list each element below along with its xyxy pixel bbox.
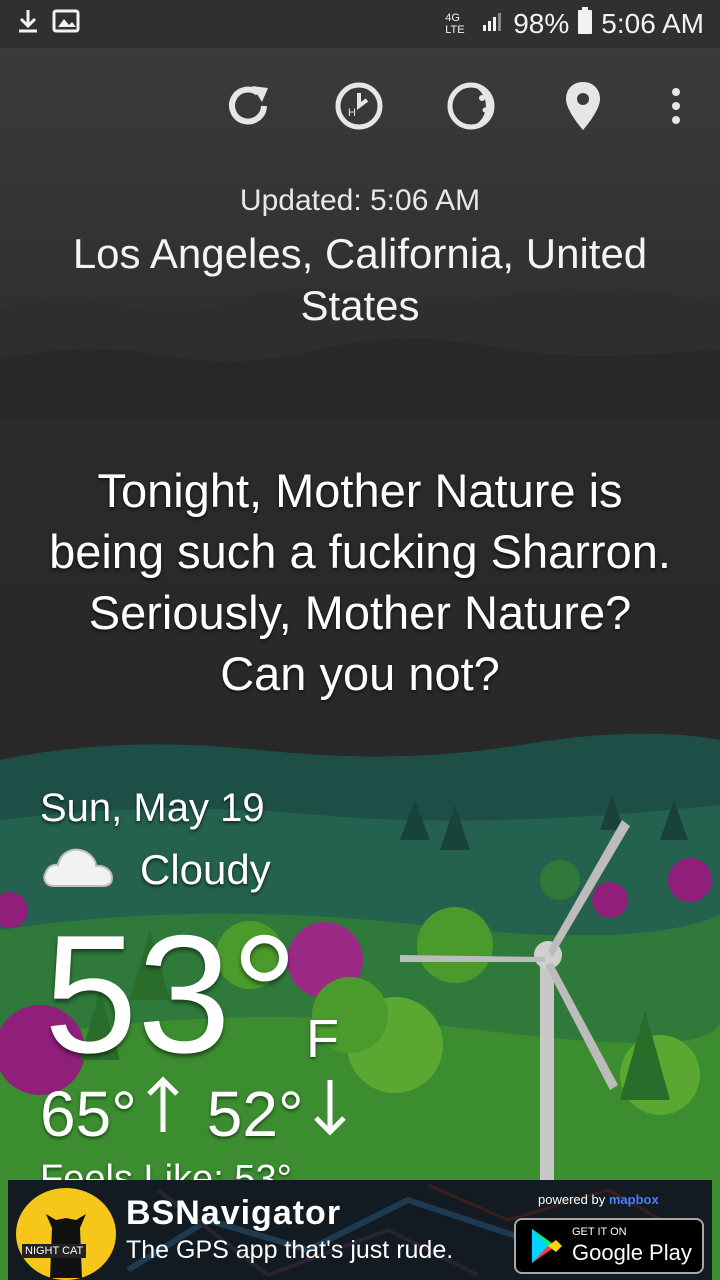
google-play-button[interactable]: GET IT ON Google Play xyxy=(514,1218,704,1274)
ad-logo xyxy=(16,1188,116,1280)
toolbar: H xyxy=(0,70,720,140)
store-big-text: Google Play xyxy=(572,1240,692,1265)
ad-banner[interactable]: NIGHT CAT BSNavigator The GPS app that's… xyxy=(8,1180,712,1280)
location-name: Los Angeles, California, United States xyxy=(72,230,648,329)
store-small-text: GET IT ON xyxy=(572,1226,627,1238)
powered-by-label: powered by xyxy=(538,1192,606,1207)
ad-subtitle: The GPS app that's just rude. xyxy=(126,1236,454,1264)
condition-label: Cloudy xyxy=(140,846,271,893)
updated-time: Updated: 5:06 AM xyxy=(239,184,481,217)
high-temp: 65° xyxy=(40,1077,137,1150)
ad-logo-text: NIGHT CAT xyxy=(22,1244,87,1258)
network-type: 4G LTE xyxy=(445,12,465,36)
cloud-icon xyxy=(40,840,116,900)
refresh-icon[interactable] xyxy=(220,78,276,134)
more-vert-icon[interactable] xyxy=(648,78,704,134)
battery-icon xyxy=(577,6,593,42)
arrow-down-icon xyxy=(312,1076,348,1151)
moon-icon[interactable] xyxy=(443,78,499,134)
battery-percent: 98% xyxy=(513,8,570,39)
forecast-date: Sun, May 19 xyxy=(40,786,265,830)
download-icon xyxy=(16,7,40,42)
low-temp: 52° xyxy=(206,1077,304,1150)
mapbox-logo: mapbox xyxy=(608,1192,659,1207)
arrow-up-icon xyxy=(145,1076,181,1151)
hourly-icon[interactable]: H xyxy=(331,78,387,134)
location-pin-icon[interactable] xyxy=(555,78,611,134)
signal-icon xyxy=(481,8,505,40)
ad-powered-by: powered by mapbox xyxy=(538,1192,659,1207)
ad-title: BSNavigator xyxy=(126,1194,342,1232)
svg-text:H: H xyxy=(348,107,356,119)
forecast-quote: Tonight, Mother Nature is being such a f… xyxy=(49,464,671,700)
high-low-row: 65° 52° xyxy=(40,1076,348,1151)
condition-row: Cloudy xyxy=(40,840,271,900)
clock: 5:06 AM xyxy=(601,8,704,39)
status-bar: 4G LTE 98% 5:06 AM xyxy=(0,0,720,48)
temperature-unit: F xyxy=(306,1009,339,1069)
current-temperature: 53° xyxy=(44,900,299,1088)
image-icon xyxy=(52,8,80,40)
google-play-icon xyxy=(532,1229,562,1263)
